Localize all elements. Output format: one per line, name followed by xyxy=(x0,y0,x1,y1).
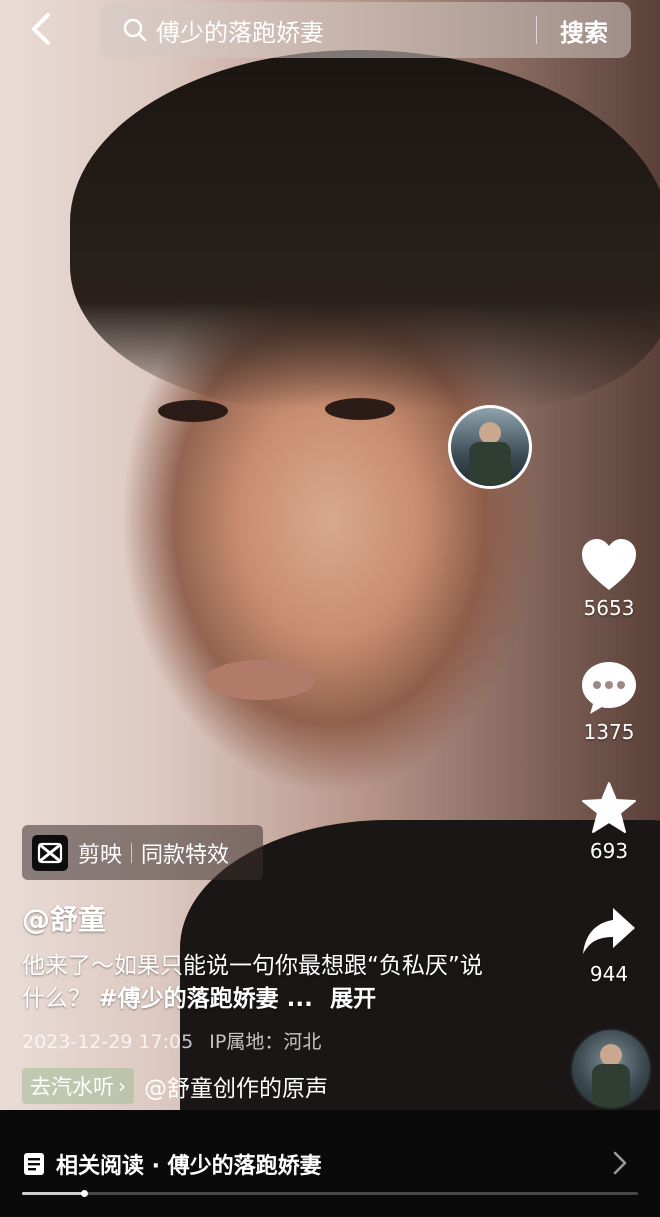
related-reading-label: 相关阅读 · 傅少的落跑娇妻 xyxy=(56,1154,322,1179)
video-content xyxy=(205,660,315,700)
heart-icon xyxy=(582,539,636,590)
capcut-divider xyxy=(131,842,133,863)
favorite-button[interactable]: 693 xyxy=(549,781,660,863)
sound-row: 去汽水听 › @舒童创作的原声 xyxy=(22,1068,328,1104)
capcut-app-label: 剪映 xyxy=(78,842,123,868)
post-caption: 他来了～如果只能说一句你最想跟“负私厌”说什么？ #傅少的落跑娇妻 ... 展开 xyxy=(22,950,502,1016)
capcut-effect-label: 同款特效 xyxy=(141,842,230,868)
like-count: 5653 xyxy=(583,596,635,620)
ip-location: IP属地：河北 xyxy=(209,1031,322,1053)
search-button[interactable]: 搜索 xyxy=(537,13,631,48)
video-progress-bar[interactable] xyxy=(22,1190,638,1197)
music-cover-image xyxy=(592,1064,630,1108)
progress-scrubber[interactable] xyxy=(80,1190,88,1197)
post-date: 2023-12-29 17:05 xyxy=(22,1031,194,1053)
music-cover-image xyxy=(600,1044,622,1066)
star-icon xyxy=(582,782,636,833)
back-icon xyxy=(32,13,50,45)
video-content xyxy=(70,50,660,410)
search-query[interactable]: 傅少的落跑娇妻 xyxy=(156,13,536,48)
like-button[interactable]: 5653 xyxy=(549,538,660,620)
capcut-effect-banner[interactable]: 剪映 同款特效 xyxy=(22,825,263,880)
capcut-logo-icon xyxy=(32,834,68,871)
comment-icon xyxy=(582,662,636,714)
video-content xyxy=(325,398,395,420)
chevron-right-icon: › xyxy=(118,1074,126,1098)
video-screen[interactable]: 傅少的落跑娇妻 搜索 5653 1375 693 944 剪映 同款特效 @舒童 xyxy=(0,0,660,1217)
share-button[interactable]: 944 xyxy=(549,906,660,986)
avatar-image xyxy=(479,422,501,444)
favorite-count: 693 xyxy=(589,839,629,863)
video-content xyxy=(158,400,228,422)
search-bar[interactable]: 傅少的落跑娇妻 搜索 xyxy=(100,2,631,58)
expand-button[interactable]: 展开 xyxy=(330,986,376,1012)
hashtag-link[interactable]: #傅少的落跑娇妻 ... xyxy=(98,986,313,1012)
music-disc[interactable] xyxy=(570,1028,652,1110)
post-meta: 2023-12-29 17:05 IP属地：河北 xyxy=(22,1027,321,1054)
author-avatar[interactable] xyxy=(448,405,532,489)
document-icon xyxy=(24,1153,44,1175)
share-count: 944 xyxy=(589,962,629,986)
share-icon xyxy=(583,908,635,954)
listen-chip-label: 去汽水听 xyxy=(30,1075,114,1099)
comment-count: 1375 xyxy=(583,720,635,744)
progress-fill xyxy=(22,1192,84,1195)
listen-on-qishui-button[interactable]: 去汽水听 › xyxy=(22,1068,134,1104)
related-reading-link[interactable]: 相关阅读 · 傅少的落跑娇妻 xyxy=(22,1148,322,1180)
avatar-image xyxy=(469,442,511,486)
chevron-right-icon xyxy=(613,1151,627,1175)
sound-title[interactable]: @舒童创作的原声 xyxy=(144,1069,328,1103)
author-name[interactable]: @舒童 xyxy=(22,898,106,938)
back-button[interactable] xyxy=(24,12,58,46)
comment-button[interactable]: 1375 xyxy=(549,660,660,744)
search-icon xyxy=(123,18,147,42)
top-bar: 傅少的落跑娇妻 搜索 xyxy=(0,0,660,62)
